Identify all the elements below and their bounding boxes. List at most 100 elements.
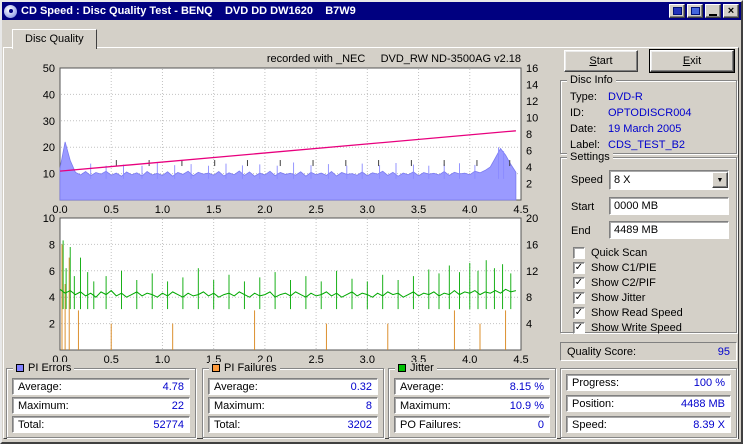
speed-dropdown-button[interactable]: ▼ [712, 172, 728, 188]
right-axis-tick-label: 16 [526, 63, 538, 75]
left-axis-tick-label: 50 [43, 63, 55, 75]
progress-row: Progress: 100 % [566, 374, 731, 391]
x-tick-label: 3.0 [360, 354, 375, 366]
disc-date-row: Date: 19 March 2005 [570, 123, 682, 135]
left-axis-tick-label: 40 [43, 89, 55, 101]
checkbox-show-read-speed[interactable]: ✓ Show Read Speed [573, 306, 683, 319]
right-axis-tick-label: 4 [526, 319, 532, 331]
legend-row: PO Failures: 0 [394, 416, 550, 433]
left-axis-tick-label: 30 [43, 116, 55, 128]
pi-errors-swatch-icon [16, 364, 24, 372]
right-axis-tick-label: 12 [526, 96, 538, 108]
x-tick-label: 4.0 [462, 354, 477, 366]
right-axis-tick-label: 14 [526, 80, 538, 92]
disc-info-title: Disc Info [567, 74, 616, 86]
x-tick-label: 2.5 [308, 354, 323, 366]
legend-row: Maximum: 10.9 % [394, 397, 550, 414]
left-axis-tick-label: 6 [49, 266, 55, 278]
start-label: Start [571, 201, 595, 213]
right-axis-tick-label: 12 [526, 266, 538, 278]
app-window: CD Speed : Disc Quality Test - BENQ DVD … [0, 0, 743, 444]
right-axis-tick-label: 10 [526, 113, 538, 125]
quick-scan-checkbox[interactable] [573, 246, 585, 259]
disc-id-row: ID: OPTODISCR004 [570, 107, 692, 119]
end-field[interactable]: 4489 MB [609, 221, 729, 239]
right-axis-tick-label: 6 [526, 146, 532, 158]
left-axis-tick-label: 10 [43, 213, 55, 225]
show-c2-pif-checkbox[interactable]: ✓ [573, 276, 585, 289]
legend-row: Average: 8.15 % [394, 378, 550, 395]
titlebar-icon-2 [690, 7, 700, 15]
x-tick-label: 0.5 [104, 354, 119, 366]
jitter-swatch-icon [398, 364, 406, 372]
checkbox-show-jitter[interactable]: ✓ Show Jitter [573, 291, 645, 304]
legend-row: Average: 0.32 [208, 378, 378, 395]
pi-errors-legend-group: PI Errors Average: 4.78 Maximum: 22 Total:… [6, 362, 196, 438]
pi-errors-speed-chart: 0.0 0.5 1.0 1.5 2.0 2.5 3.0 3.5 4.0 4.51020304050… [43, 53, 539, 216]
left-axis-tick-label: 8 [49, 239, 55, 251]
settings-group: Settings Speed 8 X ▼ Start 0000 MB End 4… [560, 151, 737, 334]
close-button[interactable]: × [723, 4, 739, 18]
speed-value: 8 X [614, 174, 631, 186]
titlebar: CD Speed : Disc Quality Test - BENQ DVD … [2, 2, 741, 20]
left-axis-tick-label: 10 [43, 169, 55, 181]
pi-failures-legend-title: PI Failures [224, 362, 277, 374]
left-axis-tick-label: 2 [49, 319, 55, 331]
speed-select[interactable]: 8 X ▼ [609, 170, 729, 190]
show-read-speed-checkbox[interactable]: ✓ [573, 306, 585, 319]
right-axis-tick-label: 20 [526, 213, 538, 225]
pi-failures-legend-group: PI Failures Average: 0.32 Maximum: 8 Total… [202, 362, 384, 438]
end-label: End [571, 225, 591, 237]
position-row: Position: 4488 MB [566, 395, 731, 412]
quality-score-label: Quality Score: [567, 345, 637, 358]
quality-score-value: 95 [717, 345, 730, 358]
show-c1-pie-checkbox[interactable]: ✓ [573, 261, 585, 274]
legend-row: Average: 4.78 [12, 378, 190, 395]
minimize-button[interactable] [705, 4, 721, 18]
settings-title: Settings [567, 151, 613, 163]
jitter-legend-group: Jitter Average: 8.15 % Maximum: 10.9 % PO … [388, 362, 556, 438]
right-axis-tick-label: 8 [526, 129, 532, 141]
start-field[interactable]: 0000 MB [609, 197, 729, 215]
window-title: CD Speed : Disc Quality Test - BENQ DVD … [21, 5, 356, 17]
speed-label: Speed [571, 174, 603, 186]
chart-header: recorded with _NEC DVD_RW ND-3500AG v2.1… [267, 53, 521, 65]
checkbox-show-write-speed[interactable]: ✓ Show Write Speed [573, 321, 682, 334]
right-axis-tick-label: 8 [526, 292, 532, 304]
checkbox-quick-scan[interactable]: Quick Scan [573, 246, 647, 259]
titlebar-icon-button-2[interactable] [687, 4, 703, 18]
titlebar-icon-1 [672, 7, 682, 15]
legend-row: Maximum: 8 [208, 397, 378, 414]
tab-disc-quality[interactable]: Disc Quality [12, 29, 97, 49]
left-axis-tick-label: 4 [49, 292, 55, 304]
x-tick-label: 4.5 [513, 354, 528, 366]
tab-page: 0.0 0.5 1.0 1.5 2.0 2.5 3.0 3.5 4.0 4.5 10 20 30 40 50… [3, 47, 739, 439]
legend-row: Total: 3202 [208, 416, 378, 433]
exit-button[interactable]: Exit [649, 49, 735, 73]
quality-score-panel: Quality Score: 95 [560, 342, 737, 361]
x-tick-label: 1.0 [155, 354, 170, 366]
close-icon: × [727, 5, 735, 17]
disc-info-group: Disc Info Type: DVD-R ID: OPTODISCR004 Dat… [560, 74, 737, 154]
app-icon [4, 4, 17, 18]
jitter-legend-title: Jitter [410, 362, 434, 374]
checkbox-show-c1-pie[interactable]: ✓ Show C1/PIE [573, 261, 656, 274]
minimize-icon [709, 13, 717, 16]
start-button[interactable]: Start [564, 50, 638, 72]
disc-type-row: Type: DVD-R [570, 91, 643, 103]
chevron-down-icon: ▼ [716, 176, 724, 184]
titlebar-icon-button-1[interactable] [669, 4, 685, 18]
jitter-pif-chart: 0.0 0.5 1.0 1.5 2.0 2.5 3.0 3.5 4.0 4.52468104812… [43, 213, 539, 366]
checkbox-show-c2-pif[interactable]: ✓ Show C2/PIF [573, 276, 656, 289]
status-group: Progress: 100 % Position: 4488 MB Speed: 8.… [560, 368, 737, 438]
legend-row: Total: 52774 [12, 416, 190, 433]
legend-row: Maximum: 22 [12, 397, 190, 414]
right-axis-tick-label: 4 [526, 162, 532, 174]
speed-row: Speed: 8.39 X [566, 416, 731, 433]
pi-errors-legend-title: PI Errors [28, 362, 72, 374]
pi-failures-swatch-icon [212, 364, 220, 372]
show-write-speed-checkbox[interactable]: ✓ [573, 321, 585, 334]
show-jitter-checkbox[interactable]: ✓ [573, 291, 585, 304]
right-axis-tick-label: 2 [526, 179, 532, 191]
right-axis-tick-label: 16 [526, 239, 538, 251]
